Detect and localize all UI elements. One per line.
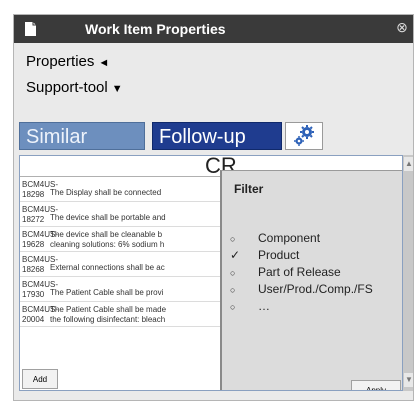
checkmark-icon: ✓: [230, 248, 241, 262]
list-item[interactable]: BCM4US-18272 The device shall be portabl…: [20, 203, 220, 227]
item-id: BCM4US-20004: [22, 305, 59, 324]
settings-button[interactable]: [285, 122, 323, 150]
option-label: User/Prod./Comp./FS: [258, 282, 373, 296]
item-text: The Patient Cable shall be provi: [50, 288, 164, 297]
vertical-scrollbar[interactable]: ▲ ▼: [403, 155, 413, 391]
item-text: The Patient Cable shall be made: [50, 305, 167, 314]
title-bar: Work Item Properties ⊗: [14, 15, 413, 43]
item-id: BCM4US-19628: [22, 230, 59, 249]
filter-option-user-prod-comp-fs[interactable]: ○ User/Prod./Comp./FS: [230, 282, 373, 296]
scroll-down-icon[interactable]: ▼: [404, 373, 413, 387]
tab-follow-up[interactable]: Follow-up: [152, 122, 282, 150]
caret-down-icon: ▼: [111, 83, 123, 95]
radio-icon: ○: [230, 268, 236, 278]
option-label: Product: [258, 248, 300, 262]
window-title: Work Item Properties: [85, 21, 226, 37]
add-button[interactable]: Add: [22, 369, 58, 389]
list-item[interactable]: BCM4US-18298 The Display shall be connec…: [20, 178, 220, 202]
radio-icon: ○: [230, 302, 236, 312]
filter-popup: Filter ○ Component ✓ Product ○ Part of R…: [220, 170, 402, 390]
item-text: The device shall be portable and: [50, 213, 166, 222]
item-id: BCM4US-18298: [22, 180, 59, 199]
work-item-properties-window: Work Item Properties ⊗ Properties ◄ Suppo…: [13, 14, 414, 401]
item-text-line2: the following disinfectant: bleach: [50, 315, 166, 324]
item-text-line2: cleaning solutions: 6% sodium h: [50, 240, 165, 249]
option-label: …: [258, 299, 270, 313]
list-item[interactable]: BCM4US-18268 External connections shall …: [20, 253, 220, 277]
support-tool-menu[interactable]: Support-tool ▼: [26, 79, 123, 96]
option-label: Component: [258, 231, 321, 245]
close-icon[interactable]: ⊗: [395, 20, 409, 34]
document-icon: [25, 22, 36, 36]
item-text: External connections shall be ac: [50, 263, 165, 272]
item-id: BCM4US-17930: [22, 280, 59, 299]
filter-option-component[interactable]: ○ Component: [230, 231, 320, 245]
filter-option-product[interactable]: ✓ Product: [230, 248, 299, 262]
item-id: BCM4US-18272: [22, 205, 59, 224]
apply-button[interactable]: Apply: [351, 380, 401, 390]
filter-option-more[interactable]: ○ …: [230, 299, 270, 313]
tab-similar[interactable]: Similar: [19, 122, 145, 150]
item-text: The device shall be cleanable b: [50, 230, 163, 239]
radio-icon: ○: [230, 285, 236, 295]
item-text: The Display shall be connected: [50, 188, 162, 197]
support-tool-label: Support-tool: [26, 79, 108, 96]
caret-left-icon: ◄: [98, 57, 110, 69]
list-item[interactable]: BCM4US-17930 The Patient Cable shall be …: [20, 278, 220, 302]
scroll-up-icon[interactable]: ▲: [404, 157, 413, 171]
properties-label: Properties: [26, 53, 95, 70]
filter-title: Filter: [234, 182, 264, 196]
properties-menu[interactable]: Properties ◄: [26, 53, 109, 70]
results-panel: CR BCM4US-18298 The Display shall be con…: [19, 155, 403, 391]
list-item[interactable]: BCM4US-20004 The Patient Cable shall be …: [20, 303, 220, 327]
item-id: BCM4US-18268: [22, 255, 59, 274]
gear-icon: [294, 125, 314, 146]
list-item[interactable]: BCM4US-19628 The device shall be cleanab…: [20, 228, 220, 252]
radio-icon: ○: [230, 234, 236, 244]
filter-option-part-of-release[interactable]: ○ Part of Release: [230, 265, 341, 279]
option-label: Part of Release: [258, 265, 341, 279]
